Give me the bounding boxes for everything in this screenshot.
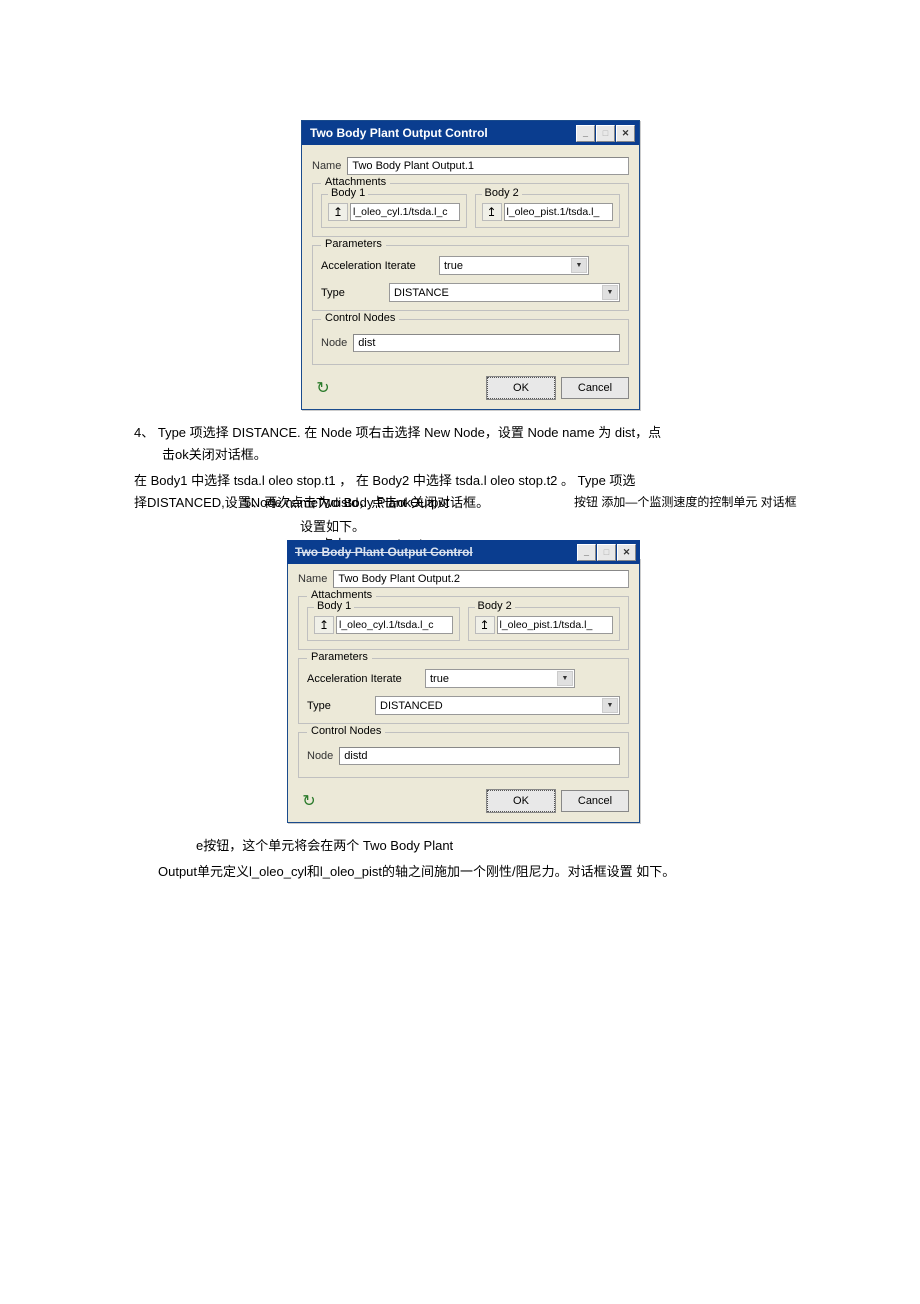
name-input[interactable]: Two Body Plant Output.1	[347, 157, 629, 175]
pick-body1-icon[interactable]: ↥	[314, 616, 334, 634]
body2-group: Body 2 ↥ l_oleo_pist.1/tsda.l_	[475, 194, 621, 228]
type-label: Type	[307, 700, 367, 712]
body2-input[interactable]: l_oleo_pist.1/tsda.l_	[497, 616, 614, 634]
control-nodes-group: Control Nodes Node distd	[298, 732, 629, 778]
attachments-group: Attachments Body 1 ↥ l_oleo_cyl.1/tsda.l…	[312, 183, 629, 237]
body1-input[interactable]: l_oleo_cyl.1/tsda.l_c	[350, 203, 460, 221]
instruction-text-e: e按钮，这个单元将会在两个 Two Body Plant	[0, 833, 920, 859]
refresh-icon[interactable]: ↻	[298, 790, 320, 812]
dialog2-titlebar[interactable]: Two Body Plant Output Control _ □ ✕	[287, 540, 640, 564]
minimize-button[interactable]: _	[576, 125, 595, 142]
accel-label: Acceleration Iterate	[321, 260, 431, 272]
accel-select[interactable]: true ▼	[425, 669, 575, 688]
node-input[interactable]: distd	[339, 747, 620, 765]
instruction-text-output: Output单元定义l_oleo_cyl和l_oleo_pist的轴之间施加一个…	[0, 859, 920, 885]
dialog-title: Two Body Plant Output Control	[310, 126, 488, 140]
dialog2-title: Two Body Plant Output Control	[295, 545, 473, 559]
body1-label: Body 1	[328, 187, 368, 199]
type-select[interactable]: DISTANCE ▼	[389, 283, 620, 302]
type-select[interactable]: DISTANCED ▼	[375, 696, 620, 715]
pick-body2-icon[interactable]: ↥	[475, 616, 495, 634]
node-input[interactable]: dist	[353, 334, 620, 352]
cancel-button[interactable]: Cancel	[561, 790, 629, 812]
body1-label: Body 1	[314, 600, 354, 612]
chevron-down-icon: ▼	[602, 285, 618, 300]
control-nodes-group: Control Nodes Node dist	[312, 319, 629, 365]
maximize-button[interactable]: □	[596, 125, 615, 142]
parameters-group: Parameters Acceleration Iterate true ▼ T…	[298, 658, 629, 724]
body2-input[interactable]: l_oleo_pist.1/tsda.l_	[504, 203, 614, 221]
parameters-label: Parameters	[321, 238, 386, 250]
body2-group: Body 2 ↥ l_oleo_pist.1/tsda.l_	[468, 607, 621, 641]
instruction-text-5: 设置如下。	[0, 516, 365, 535]
dialog-output-control-1: Two Body Plant Output Control _ □ ✕ Name…	[301, 120, 640, 410]
chevron-down-icon: ▼	[571, 258, 587, 273]
close-button[interactable]: ✕	[617, 544, 636, 561]
chevron-down-icon: ▼	[557, 671, 573, 686]
pick-body2-icon[interactable]: ↥	[482, 203, 502, 221]
parameters-group: Parameters Acceleration Iterate true ▼ T…	[312, 245, 629, 311]
pick-body1-icon[interactable]: ↥	[328, 203, 348, 221]
dialog-output-control-2: Name Two Body Plant Output.2 Attachments…	[287, 558, 640, 823]
close-button[interactable]: ✕	[616, 125, 635, 142]
minimize-button[interactable]: _	[577, 544, 596, 561]
instruction-text-body: 在 Body1 中选择 tsda.l oleo stop.t1 ， 在 Body…	[0, 468, 920, 516]
maximize-button[interactable]: □	[597, 544, 616, 561]
ok-button[interactable]: OK	[487, 377, 555, 399]
attachments-group: Attachments Body 1 ↥ l_oleo_cyl.1/tsda.l…	[298, 596, 629, 650]
refresh-icon[interactable]: ↻	[312, 377, 334, 399]
type-label: Type	[321, 287, 381, 299]
cancel-button[interactable]: Cancel	[561, 377, 629, 399]
chevron-down-icon: ▼	[602, 698, 618, 713]
node-label: Node	[307, 750, 333, 762]
body1-group: Body 1 ↥ l_oleo_cyl.1/tsda.l_c	[321, 194, 467, 228]
body2-label: Body 2	[475, 600, 515, 612]
instruction-text-4: 4、 Type 项选择 DISTANCE. 在 Node 项右击选择 New N…	[0, 420, 920, 468]
name-label: Name	[312, 160, 341, 172]
name-label: Name	[298, 573, 327, 585]
body1-group: Body 1 ↥ l_oleo_cyl.1/tsda.l_c	[307, 607, 460, 641]
accel-select[interactable]: true ▼	[439, 256, 589, 275]
titlebar[interactable]: Two Body Plant Output Control _ □ ✕	[302, 121, 639, 145]
body1-input[interactable]: l_oleo_cyl.1/tsda.l_c	[336, 616, 453, 634]
body2-label: Body 2	[482, 187, 522, 199]
accel-label: Acceleration Iterate	[307, 673, 417, 685]
parameters-label: Parameters	[307, 651, 372, 663]
control-nodes-label: Control Nodes	[307, 725, 385, 737]
node-label: Node	[321, 337, 347, 349]
control-nodes-label: Control Nodes	[321, 312, 399, 324]
name-input[interactable]: Two Body Plant Output.2	[333, 570, 629, 588]
ok-button[interactable]: OK	[487, 790, 555, 812]
